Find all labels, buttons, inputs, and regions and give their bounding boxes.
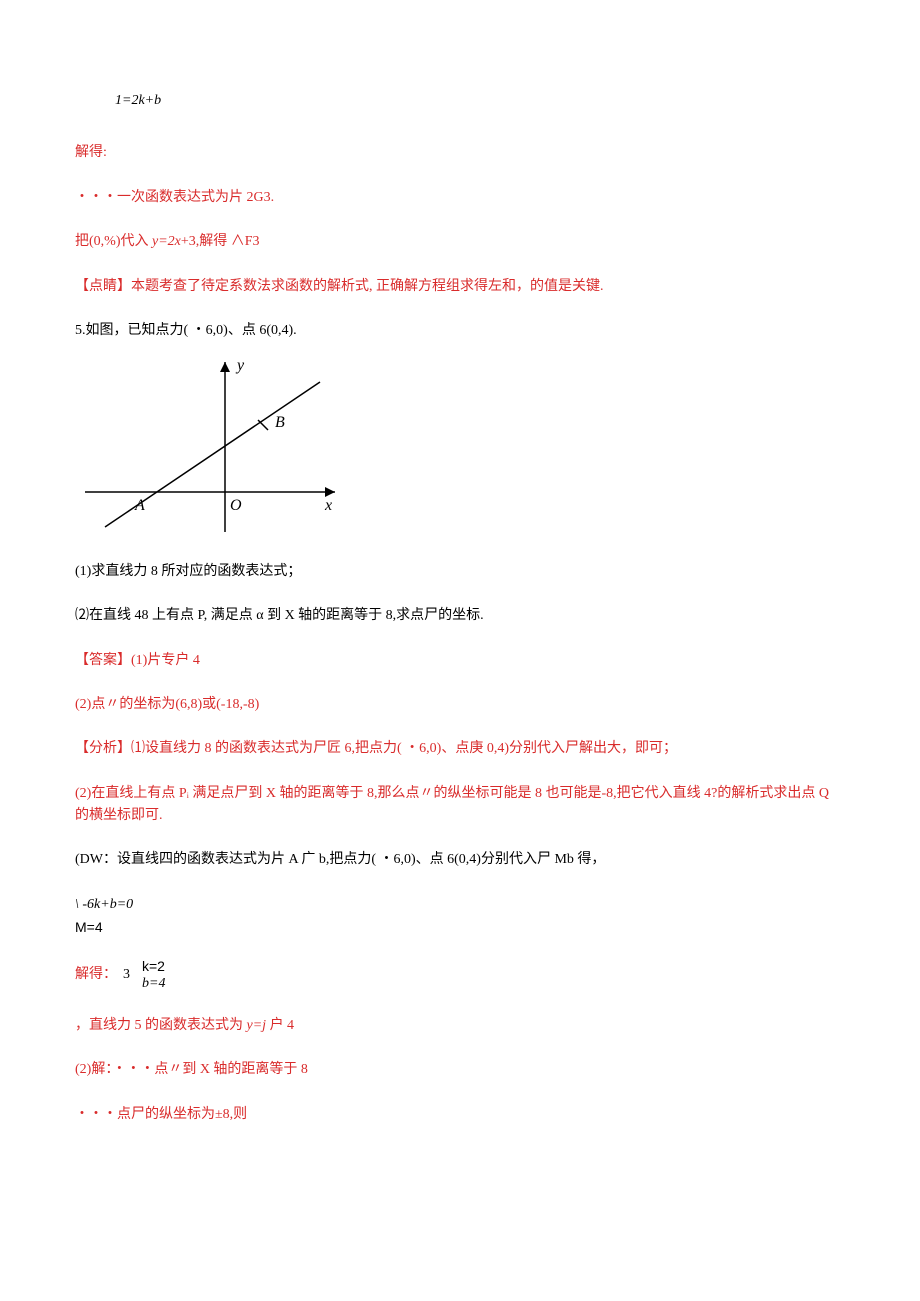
answer-heading: 【答案】(1)片专户 4 (75, 650, 845, 672)
origin-label: O (230, 497, 242, 514)
line-expr-tail: 户 4 (266, 1018, 294, 1033)
line-expression: ，直线力 5 的函数表达式为 y=j 户 4 (75, 1015, 845, 1037)
linear-function-statement: ・・・一次函数表达式为片 2G3. (75, 187, 845, 209)
sub-equation: y=2x (152, 234, 181, 249)
line-expr-eq: y=j (247, 1018, 267, 1033)
x-axis-label: x (324, 497, 332, 514)
solve-mid: 3 (123, 964, 130, 986)
solve-top: k=2 (142, 957, 165, 975)
solve-bot: b=4 (142, 975, 165, 993)
point-b-label: B (275, 414, 285, 431)
line-expr-prefix: ，直线力 5 的函数表达式为 (75, 1018, 247, 1033)
question-5-2: ⑵在直线 48 上有点 P, 满足点 α 到 X 轴的距离等于 8,求点尸的坐标… (75, 605, 845, 627)
point-comment: 【点睛】本题考查了待定系数法求函数的解析式, 正确解方程组求得左和，的值是关键. (75, 276, 845, 298)
q2-solve: (2)解：・・・点〃到 X 轴的距离等于 8 (75, 1059, 845, 1081)
substitution-line: 把(0,%)代入 y=2x+3,解得 ∧F3 (75, 231, 845, 253)
question-5-intro: 5.如图，已知点力( ・6,0)、点 6(0,4). (75, 320, 845, 342)
analysis-2: (2)在直线上有点 Pᵢ 满足点尸到 X 轴的距离等于 8,那么点〃的纵坐标可能… (75, 783, 845, 828)
dw-statement: (DW：设直线四的函数表达式为片 A 广 b,把点力( ・6,0)、点 6(0,… (75, 849, 845, 871)
y-axis-label: y (235, 357, 245, 374)
analysis-1: 【分析】⑴设直线力 8 的函数表达式为尸匠 6,把点力( ・6,0)、点庚 0,… (75, 738, 845, 760)
solve-label-2: 解得： (75, 964, 117, 986)
equation-top: 1=2k+b (75, 90, 845, 112)
system-equation-2: M=4 (75, 916, 845, 938)
sub-prefix: 把(0,%)代入 (75, 234, 152, 249)
solve-label: 解得: (75, 142, 845, 164)
question-5-1: (1)求直线力 8 所对应的函数表达式； (75, 561, 845, 583)
end-line: ・・・点尸的纵坐标为±8,则 (75, 1104, 845, 1126)
point-a-label: A (134, 497, 145, 514)
coordinate-graph: y x O A B (75, 352, 845, 545)
answer-2: (2)点〃的坐标为(6,8)或(-18,-8) (75, 694, 845, 716)
system-equation-1: \ -6k+b=0 (75, 894, 845, 916)
sub-tail: +3,解得 ∧F3 (181, 234, 260, 249)
